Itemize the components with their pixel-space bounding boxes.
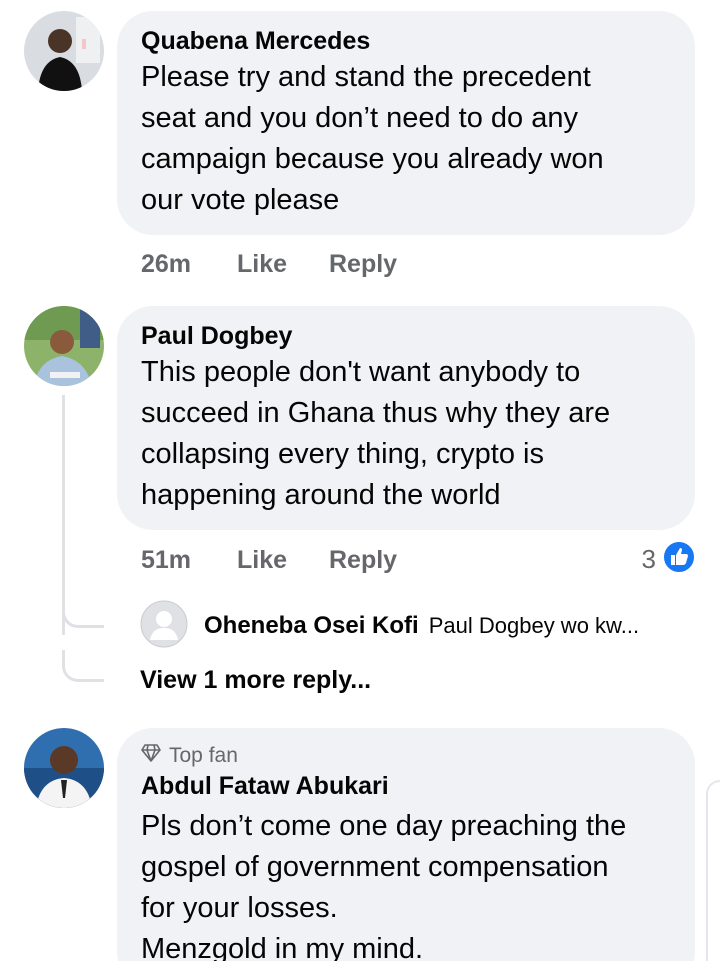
comment-line: This people don't want anybody to [141,356,581,388]
top-fan-badge: Top fan [141,742,671,770]
like-button[interactable]: Like [237,546,287,575]
comment-bubble: Paul Dogbey This people don't want anybo… [117,306,695,530]
comment-author[interactable]: Abdul Fataw Abukari [141,770,671,802]
avatar-quabena-mercedes[interactable] [24,11,104,91]
comment-line: for your losses. [141,892,338,924]
reply-button[interactable]: Reply [329,546,397,575]
comment-actions: 51m Like Reply [141,546,541,578]
like-icon [662,540,696,579]
comment-line: happening around the world [141,479,501,511]
thread-connector [62,600,104,628]
thread-line [62,395,65,635]
view-more-replies-link[interactable]: View 1 more reply... [140,666,371,695]
comment-timestamp[interactable]: 51m [141,546,191,575]
reaction-summary[interactable]: 3 [642,540,696,579]
reaction-count: 3 [641,544,656,574]
comment-line: our vote please [141,184,340,216]
comment-text: Pls don’t come one day preaching the gos… [141,806,671,961]
comment-line: campaign because you already won [141,143,604,175]
comment-line: collapsing every thing, crypto is [141,438,544,470]
comment-line: Menzgold in my mind. [141,933,424,961]
avatar-abdul-fataw-abukari[interactable] [24,728,104,808]
avatar-paul-dogbey[interactable] [24,306,104,386]
comment-author[interactable]: Paul Dogbey [141,320,671,352]
offscreen-card-edge [706,780,720,961]
comment-line: seat and you don’t need to do any [141,102,578,134]
comment-line: gospel of government compensation [141,851,609,883]
top-fan-label: Top fan [169,744,238,767]
avatar-placeholder[interactable] [140,600,188,653]
comment-line: succeed in Ghana thus why they are [141,397,611,429]
comment-actions: 26m Like Reply [141,250,541,282]
comments-page: Quabena Mercedes Please try and stand th… [0,0,720,961]
comment-text: Please try and stand the precedent seat … [141,57,671,221]
diamond-icon [141,742,169,770]
comment-timestamp[interactable]: 26m [141,250,191,279]
comment-text: This people don't want anybody to succee… [141,352,671,516]
comment-line: Please try and stand the precedent [141,61,591,93]
reply-button[interactable]: Reply [329,250,397,279]
comment-author[interactable]: Quabena Mercedes [141,25,671,57]
thread-connector [62,650,104,682]
comment-line: Pls don’t come one day preaching the [141,810,627,842]
comment-bubble: Top fan Abdul Fataw Abukari Pls don’t co… [117,728,695,961]
reply-author[interactable]: Oheneba Osei Kofi [204,612,419,640]
reply-preview[interactable]: Oheneba Osei Kofi Paul Dogbey wo kw... [140,600,640,653]
reply-text: Paul Dogbey wo kw... [428,613,640,638]
comment-bubble: Quabena Mercedes Please try and stand th… [117,11,695,235]
like-button[interactable]: Like [237,250,287,279]
